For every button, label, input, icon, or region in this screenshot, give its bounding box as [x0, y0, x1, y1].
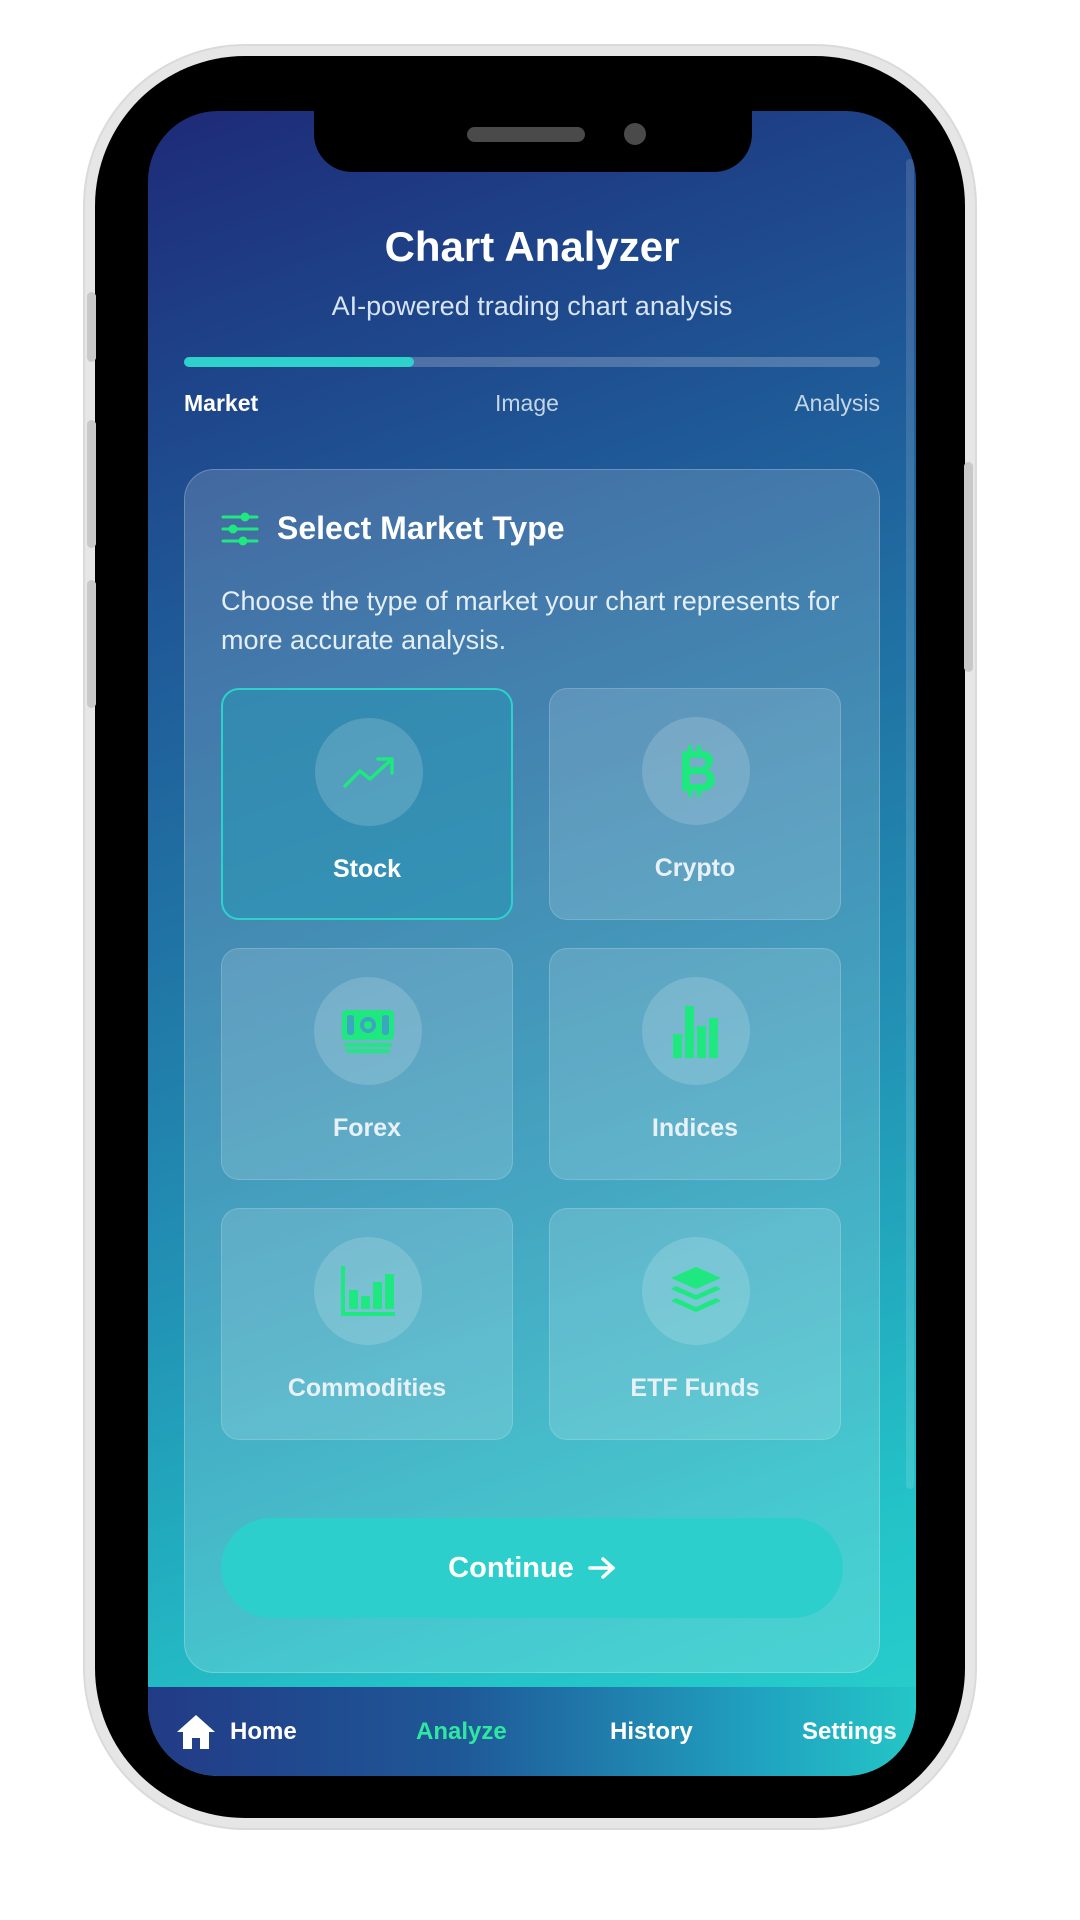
continue-label: Continue [448, 1551, 574, 1584]
card-title: Select Market Type [277, 510, 565, 546]
nav-label: Analyze [416, 1717, 507, 1745]
commodities-icon-badge [314, 1237, 422, 1345]
front-camera [624, 123, 646, 145]
indices-icon-badge [642, 977, 750, 1085]
nav-label: History [610, 1717, 693, 1745]
market-option-forex[interactable]: Forex [221, 948, 513, 1180]
sliders-icon [221, 512, 259, 545]
phone-volume-down [87, 580, 96, 708]
forex-icon-badge [314, 977, 422, 1085]
phone-notch [314, 111, 752, 172]
market-type-card: Select Market Type Choose the type of ma… [184, 469, 880, 1673]
phone-power-button [964, 462, 973, 672]
home-icon [177, 1714, 215, 1749]
scrollbar[interactable] [906, 159, 914, 1489]
nav-item-settings[interactable]: Settings [802, 1687, 897, 1776]
market-option-label: Stock [332, 855, 402, 883]
bar-chart-icon [673, 1006, 718, 1058]
market-option-label: Commodities [287, 1374, 447, 1402]
nav-item-analyze[interactable]: Analyze [416, 1687, 507, 1776]
bottom-navigation: Home Analyze History Settings [148, 1687, 916, 1776]
layers-icon [671, 1267, 721, 1312]
page-subtitle: AI-powered trading chart analysis [331, 291, 733, 321]
crypto-icon-badge [642, 717, 750, 825]
continue-button[interactable]: Continue [221, 1518, 843, 1618]
nav-label: Settings [802, 1717, 897, 1745]
bitcoin-icon [682, 745, 715, 797]
etf-icon-badge [642, 1237, 750, 1345]
market-option-label: ETF Funds [630, 1374, 760, 1402]
nav-item-home[interactable]: Home [176, 1687, 297, 1776]
nav-label: Home [230, 1717, 297, 1745]
nav-item-history[interactable]: History [610, 1687, 693, 1776]
market-option-label: Indices [651, 1114, 739, 1142]
app-screen: Chart Analyzer AI-powered trading chart … [148, 111, 916, 1776]
card-header: Select Market Type [221, 510, 565, 547]
page-title: Chart Analyzer [384, 223, 680, 270]
progress-fill [184, 357, 414, 367]
market-option-indices[interactable]: Indices [549, 948, 841, 1180]
market-option-etf-funds[interactable]: ETF Funds [549, 1208, 841, 1440]
progress-bar [184, 357, 880, 367]
market-option-label: Crypto [654, 854, 736, 882]
phone-volume-up [87, 420, 96, 548]
step-analysis: Analysis [794, 390, 880, 416]
step-market: Market [184, 390, 259, 416]
card-description: Choose the type of market your chart rep… [221, 586, 840, 655]
speaker-grille [467, 127, 585, 142]
market-option-label: Forex [332, 1114, 402, 1142]
trending-up-icon [343, 757, 394, 788]
phone-mute-switch [87, 292, 96, 362]
stock-icon-badge [315, 718, 423, 826]
market-option-crypto[interactable]: Crypto [549, 688, 841, 920]
market-option-commodities[interactable]: Commodities [221, 1208, 513, 1440]
arrow-right-icon [588, 1557, 615, 1579]
chart-column-icon [341, 1266, 395, 1316]
market-option-stock[interactable]: Stock [221, 688, 513, 920]
money-bill-icon [342, 1010, 394, 1053]
step-image: Image [495, 390, 559, 416]
